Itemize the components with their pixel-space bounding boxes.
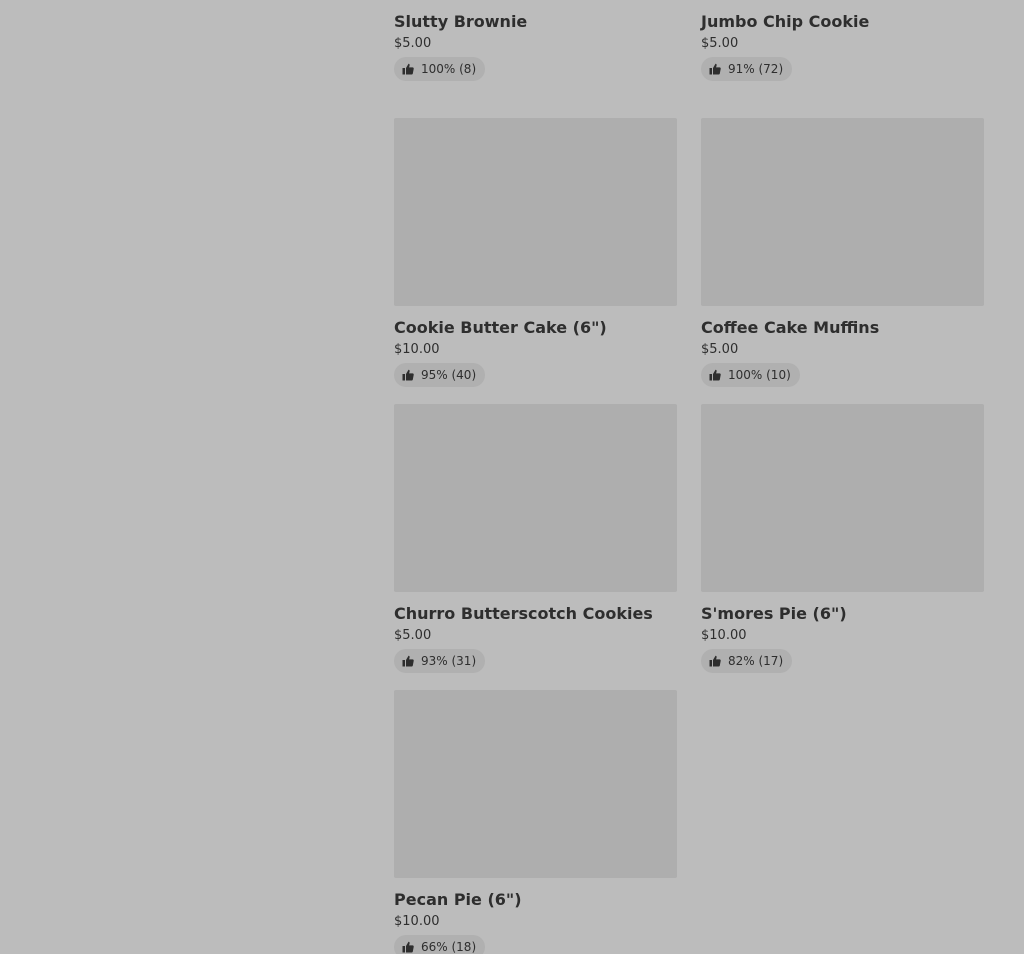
rating-badge: 100% (8)	[394, 57, 486, 81]
menu-item-card[interactable]: Churro Butterscotch Cookies $5.00 93% (3…	[394, 404, 677, 673]
rating-badge: 82% (17)	[701, 649, 793, 673]
menu-grid: Slutty Brownie $5.00 100% (8) Jumbo Chip…	[0, 0, 1024, 954]
thumbs-up-icon	[402, 369, 414, 381]
item-image[interactable]	[701, 118, 984, 306]
thumbs-up-icon	[709, 63, 721, 75]
rating-badge: 66% (18)	[394, 935, 486, 954]
item-name: Churro Butterscotch Cookies	[394, 604, 653, 623]
menu-item-card[interactable]: Pecan Pie (6") $10.00 66% (18)	[394, 690, 677, 954]
rating-text: 100% (10)	[728, 368, 791, 382]
item-name: S'mores Pie (6")	[701, 604, 847, 623]
rating-text: 91% (72)	[728, 62, 784, 76]
rating-badge: 100% (10)	[701, 363, 800, 387]
item-price: $5.00	[701, 36, 739, 51]
item-price: $10.00	[701, 628, 747, 643]
thumbs-up-icon	[402, 655, 414, 667]
item-price: $10.00	[394, 342, 440, 357]
item-name: Cookie Butter Cake (6")	[394, 318, 607, 337]
item-image[interactable]	[394, 404, 677, 592]
item-name: Slutty Brownie	[394, 12, 528, 31]
item-name: Pecan Pie (6")	[394, 890, 522, 909]
rating-badge: 95% (40)	[394, 363, 486, 387]
rating-text: 82% (17)	[728, 654, 784, 668]
menu-item-card[interactable]: Cookie Butter Cake (6") $10.00 95% (40)	[394, 118, 677, 387]
thumbs-up-icon	[402, 63, 414, 75]
thumbs-up-icon	[402, 941, 414, 953]
item-image[interactable]	[394, 118, 677, 306]
rating-text: 95% (40)	[421, 368, 477, 382]
rating-badge: 91% (72)	[701, 57, 793, 81]
rating-text: 100% (8)	[421, 62, 477, 76]
item-image[interactable]	[394, 690, 677, 878]
item-price: $5.00	[394, 36, 432, 51]
menu-item-card[interactable]: Jumbo Chip Cookie $5.00 91% (72)	[701, 0, 984, 81]
rating-badge: 93% (31)	[394, 649, 486, 673]
item-name: Coffee Cake Muffins	[701, 318, 880, 337]
item-name: Jumbo Chip Cookie	[701, 12, 870, 31]
rating-text: 93% (31)	[421, 654, 477, 668]
item-image[interactable]	[701, 404, 984, 592]
menu-item-card[interactable]: Coffee Cake Muffins $5.00 100% (10)	[701, 118, 984, 387]
item-price: $10.00	[394, 914, 440, 929]
thumbs-up-icon	[709, 655, 721, 667]
item-price: $5.00	[701, 342, 739, 357]
menu-item-card[interactable]: Slutty Brownie $5.00 100% (8)	[394, 0, 677, 81]
thumbs-up-icon	[709, 369, 721, 381]
item-price: $5.00	[394, 628, 432, 643]
menu-item-card[interactable]: S'mores Pie (6") $10.00 82% (17)	[701, 404, 984, 673]
rating-text: 66% (18)	[421, 940, 477, 954]
